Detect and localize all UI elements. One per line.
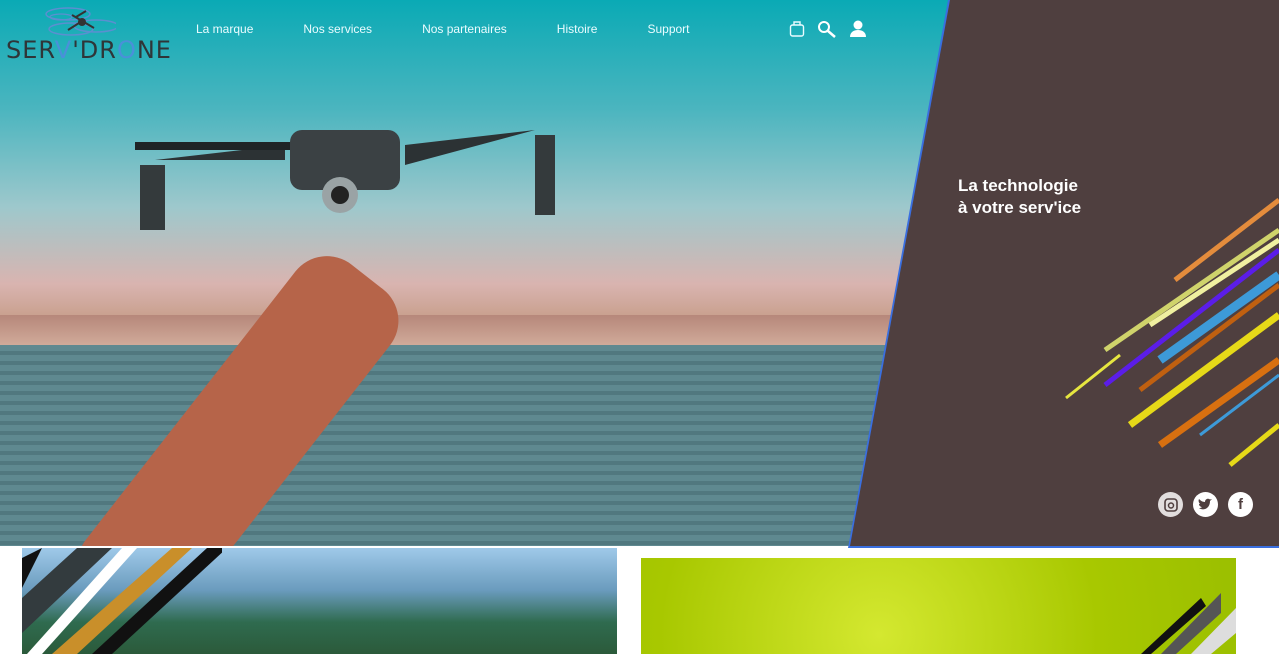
user-icon[interactable] bbox=[849, 20, 867, 38]
nav-nos-partenaires[interactable]: Nos partenaires bbox=[422, 22, 507, 36]
nav-la-marque[interactable]: La marque bbox=[196, 22, 253, 36]
logo-part: 'DR bbox=[72, 36, 117, 64]
decorative-stripes bbox=[1065, 198, 1279, 467]
card-drone-closeup[interactable] bbox=[641, 558, 1236, 654]
header-icons bbox=[789, 20, 867, 38]
stripe bbox=[1103, 248, 1279, 387]
twitter-icon[interactable] bbox=[1193, 492, 1218, 517]
drone-logo-icon bbox=[45, 7, 119, 36]
card-landscape[interactable] bbox=[22, 548, 617, 654]
nav-nos-services[interactable]: Nos services bbox=[303, 22, 372, 36]
stripe bbox=[1228, 423, 1279, 467]
facebook-icon[interactable]: f bbox=[1228, 492, 1253, 517]
card-stripes bbox=[1141, 593, 1236, 654]
nav-support[interactable]: Support bbox=[647, 22, 689, 36]
logo-text[interactable]: SERV'DRONE bbox=[6, 36, 172, 64]
shopping-bag-icon[interactable] bbox=[789, 20, 805, 38]
nav-histoire[interactable]: Histoire bbox=[557, 22, 598, 36]
stripe bbox=[1157, 357, 1279, 448]
logo-part: NE bbox=[136, 36, 172, 64]
drone-image bbox=[135, 130, 555, 230]
search-icon[interactable] bbox=[817, 20, 837, 38]
logo[interactable] bbox=[6, 6, 119, 40]
main-nav: La marque Nos services Nos partenaires H… bbox=[196, 22, 740, 36]
logo-part: O bbox=[116, 36, 137, 64]
social-links: f bbox=[1158, 492, 1253, 517]
stripe bbox=[1157, 271, 1279, 364]
card-stripes bbox=[22, 548, 227, 654]
instagram-icon[interactable] bbox=[1158, 492, 1183, 517]
logo-part: SER bbox=[6, 36, 55, 64]
logo-part: V bbox=[54, 36, 73, 64]
